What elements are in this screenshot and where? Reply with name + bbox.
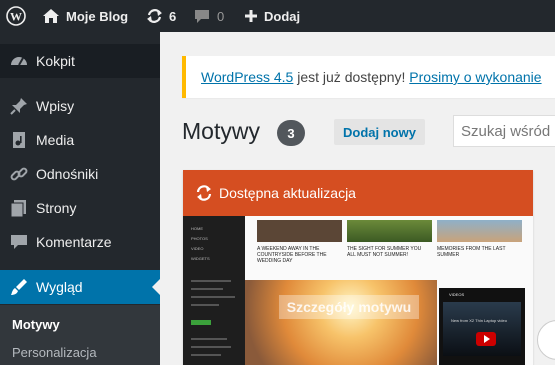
sidebar-label: Strony — [36, 200, 77, 216]
next-theme-button[interactable] — [537, 320, 555, 360]
search-themes-input[interactable]: Szukaj wśród — [453, 115, 555, 147]
sidebar-item-links[interactable]: Odnośniki — [0, 157, 160, 191]
sidebar-item-pages[interactable]: Strony — [0, 191, 160, 225]
comments-count: 0 — [217, 8, 225, 24]
sidebar-item-media[interactable]: Media — [0, 123, 160, 157]
screenshot-text-line — [191, 346, 231, 348]
sidebar-label: Wpisy — [36, 98, 75, 114]
comments-link[interactable]: 0 — [194, 0, 224, 32]
post-thumbnail — [257, 220, 342, 242]
screenshot-text-line — [191, 288, 223, 290]
sidebar-label: Kokpit — [36, 53, 75, 69]
site-name: Moje Blog — [66, 8, 129, 24]
post-title: MEMORIES FROM THE LAST SUMMER — [437, 246, 506, 258]
pin-icon — [10, 98, 27, 115]
screenshot-video-widget: VIDEOS New from X2 Thin Laptop video — [439, 288, 525, 365]
submenu-item-themes[interactable]: Motywy — [12, 317, 60, 332]
screenshot-text-line — [191, 354, 221, 356]
updates-icon — [147, 9, 162, 23]
admin-sidebar: Kokpit Wpisy Media Odnośniki Strony Kome… — [0, 32, 160, 365]
wordpress-version-link[interactable]: WordPress 4.5 — [201, 69, 293, 85]
sidebar-item-comments[interactable]: Komentarze — [0, 225, 160, 259]
admin-bar: W Moje Blog 6 0 Dodaj — [0, 0, 555, 32]
add-new-label: Dodaj — [264, 8, 301, 24]
post-title: THE SIGHT FOR SUMMER YOU ALL MUST NOT SU… — [347, 246, 422, 258]
theme-count-badge: 3 — [277, 120, 305, 146]
screenshot-nav-item: PHOTOS — [191, 236, 208, 241]
screenshot-sidebar: HOME PHOTOS VIDEO WIDGETS — [183, 216, 245, 365]
comment-icon — [11, 235, 27, 249]
sidebar-label: Media — [36, 132, 75, 148]
media-icon — [13, 132, 25, 148]
video-title: New from X2 Thin Laptop video — [451, 318, 507, 323]
dashboard-icon — [11, 57, 27, 66]
theme-card[interactable]: Dostępna aktualizacja HOME PHOTOS VIDEO … — [183, 170, 533, 365]
current-menu-arrow — [152, 279, 160, 295]
screenshot-post-images: A WEEKEND AWAY IN THE COUNTRYSIDE BEFORE… — [257, 220, 525, 264]
add-new-theme-button[interactable]: Dodaj nowy — [334, 119, 425, 145]
update-available-bar[interactable]: Dostępna aktualizacja — [183, 170, 533, 216]
updates-link[interactable]: 6 — [146, 0, 176, 32]
comment-bubble-icon — [195, 10, 209, 23]
notice-text: jest już dostępny! — [293, 69, 410, 85]
screenshot-nav-item: HOME — [191, 226, 203, 231]
submenu-item-customize[interactable]: Personalizacja — [12, 345, 97, 360]
plus-icon — [245, 10, 257, 22]
updates-count: 6 — [169, 8, 177, 24]
update-refresh-icon — [196, 185, 212, 201]
sidebar-label: Wygląd — [36, 279, 83, 295]
screenshot-text-line — [191, 296, 235, 298]
appearance-submenu: Motywy Personalizacja — [0, 305, 160, 365]
play-icon — [476, 332, 496, 346]
video-widget-label: VIDEOS — [449, 292, 465, 297]
page-title: Motywy — [182, 118, 260, 144]
screenshot-hero-image: Szczegóły motywu — [245, 280, 437, 365]
sidebar-item-posts[interactable]: Wpisy — [0, 89, 160, 123]
home-icon — [43, 9, 59, 23]
screenshot-nav-item: WIDGETS — [191, 256, 210, 261]
post-thumbnail — [347, 220, 432, 242]
link-icon — [10, 167, 28, 181]
wp-logo-button[interactable]: W — [0, 0, 32, 32]
svg-text:W: W — [10, 10, 22, 24]
post-title: A WEEKEND AWAY IN THE COUNTRYSIDE BEFORE… — [257, 246, 327, 264]
update-now-link[interactable]: Prosimy o wykonanie — [409, 69, 541, 85]
theme-details-overlay[interactable]: Szczegóły motywu — [279, 295, 419, 319]
sidebar-label: Odnośniki — [36, 166, 99, 182]
screenshot-text-line — [191, 304, 219, 306]
add-new-link[interactable]: Dodaj — [244, 0, 300, 32]
sidebar-item-appearance[interactable]: Wygląd — [0, 270, 160, 304]
sidebar-item-dashboard[interactable]: Kokpit — [0, 44, 160, 78]
update-available-label: Dostępna aktualizacja — [219, 185, 356, 201]
site-name-link[interactable]: Moje Blog — [42, 0, 128, 32]
update-notice: WordPress 4.5 jest już dostępny! Prosimy… — [182, 56, 555, 98]
sidebar-label: Komentarze — [36, 234, 112, 250]
wordpress-logo-icon: W — [6, 6, 26, 26]
screenshot-nav-item: VIDEO — [191, 246, 204, 251]
video-player: New from X2 Thin Laptop video — [443, 302, 521, 356]
theme-screenshot[interactable]: HOME PHOTOS VIDEO WIDGETS A WEEKEND AWAY… — [183, 216, 533, 365]
post-thumbnail — [437, 220, 522, 242]
screenshot-text-line — [191, 280, 231, 282]
screenshot-text-line — [191, 338, 227, 340]
screenshot-green-button — [191, 320, 211, 325]
brush-icon — [11, 279, 27, 295]
pages-icon — [10, 200, 26, 217]
